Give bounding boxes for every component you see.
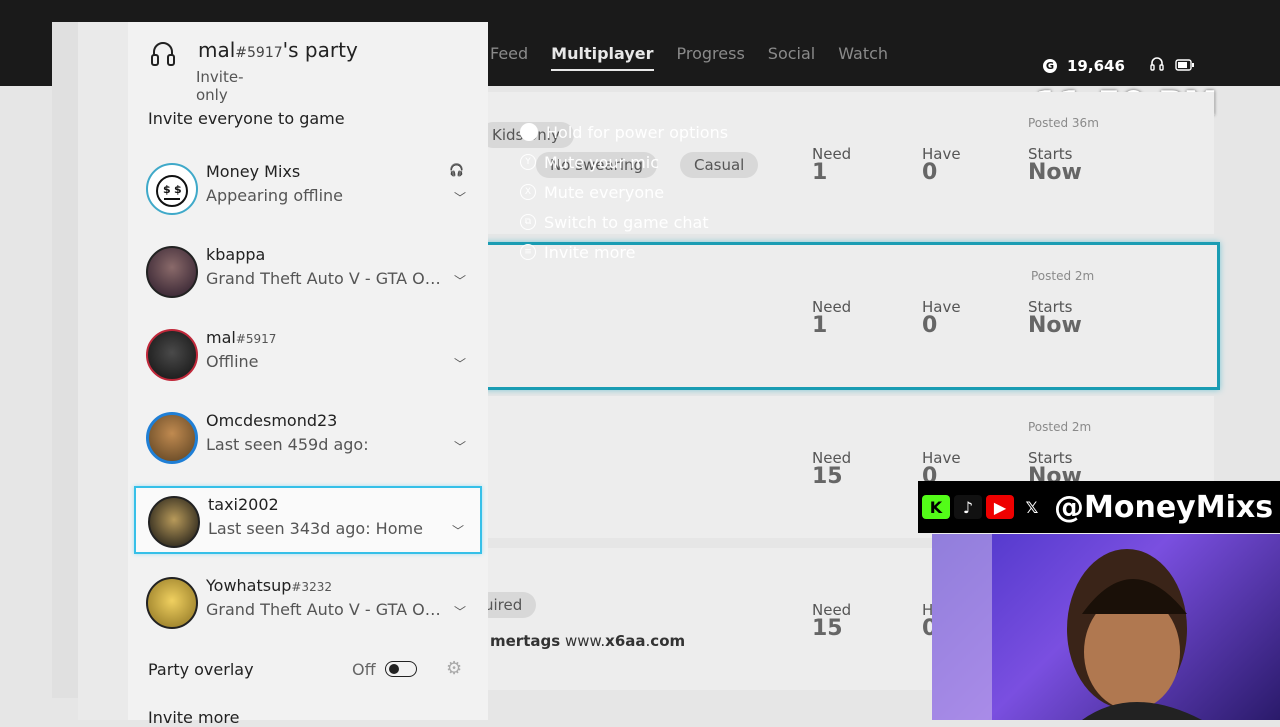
tab-watch[interactable]: Watch bbox=[838, 44, 888, 71]
starts-stat: Starts Now bbox=[1028, 298, 1082, 338]
chevron-down-icon[interactable]: ﹀ bbox=[454, 438, 466, 455]
member-status: Grand Theft Auto V - GTA On... bbox=[206, 269, 450, 288]
streamer-handle: @MoneyMixs bbox=[1054, 489, 1274, 525]
invite-more-button[interactable]: Invite more bbox=[148, 708, 239, 727]
posted-time: Posted 2m bbox=[1031, 269, 1095, 283]
member-name: Omcdesmond23 bbox=[206, 411, 338, 430]
member-name: mal#5917 bbox=[206, 328, 277, 347]
party-member[interactable]: mal#5917 Offline ﹀ bbox=[134, 321, 482, 389]
party-member[interactable]: Yowhatsup#3232 Grand Theft Auto V - GTA … bbox=[134, 569, 482, 637]
webcam-feed bbox=[932, 534, 1280, 720]
chevron-down-icon[interactable]: ﹀ bbox=[452, 522, 464, 539]
have-stat: Have0 bbox=[922, 145, 961, 185]
party-member[interactable]: kbappa Grand Theft Auto V - GTA On... ﹀ bbox=[134, 238, 482, 306]
menu-item-power-options[interactable]: Hold for power options bbox=[520, 117, 728, 147]
invite-everyone-button[interactable]: Invite everyone to game bbox=[148, 109, 345, 128]
party-panel: mal#5917's party Invite-only Invite ever… bbox=[128, 22, 488, 727]
tab-feed[interactable]: Feed bbox=[490, 44, 528, 71]
chevron-down-icon[interactable]: ﹀ bbox=[454, 355, 466, 372]
need-stat: Need 15 bbox=[812, 449, 852, 489]
menu-item-mute-everyone[interactable]: X Mute everyone bbox=[520, 177, 728, 207]
member-status: Grand Theft Auto V - GTA On... bbox=[206, 600, 450, 619]
menu-item-game-chat[interactable]: ⧉ Switch to game chat bbox=[520, 207, 728, 237]
party-title: mal#5917's party bbox=[198, 38, 358, 62]
party-overlay-row: Party overlay Off ⚙ bbox=[148, 658, 468, 679]
party-member[interactable]: $ $ Money Mixs Appearing offline 🎧 ﹀ bbox=[134, 155, 482, 223]
gamerscore-value: 19,646 bbox=[1067, 57, 1125, 75]
lfg-description: mertags www.x6aa.com bbox=[490, 632, 686, 650]
kick-icon: K bbox=[922, 495, 950, 519]
headset-icon: 🎧 bbox=[449, 163, 464, 177]
chevron-down-icon[interactable]: ﹀ bbox=[454, 272, 466, 289]
starts-stat: Starts Now bbox=[1028, 145, 1082, 185]
view-button-icon: ⧉ bbox=[520, 214, 536, 230]
svg-text:$: $ bbox=[174, 183, 182, 196]
gear-icon[interactable]: ⚙ bbox=[446, 658, 462, 679]
need-stat: Need 15 bbox=[812, 601, 852, 641]
avatar bbox=[146, 329, 198, 381]
member-status: Offline bbox=[206, 352, 259, 371]
party-overlay-toggle[interactable] bbox=[385, 661, 417, 677]
menu-item-invite-more[interactable]: ≡ Invite more bbox=[520, 237, 728, 267]
gamerscore-icon: G bbox=[1043, 59, 1057, 73]
party-actions-menu: Hold for power options Y Mute your mic X… bbox=[520, 117, 728, 267]
party-overlay-label: Party overlay bbox=[148, 660, 254, 679]
posted-time: Posted 36m bbox=[1028, 116, 1099, 130]
posted-time: Posted 2m bbox=[1028, 420, 1092, 434]
menu-item-mute-mic[interactable]: Y Mute your mic bbox=[520, 147, 728, 177]
menu-button-icon: ≡ bbox=[520, 244, 536, 260]
y-button-icon: Y bbox=[520, 154, 536, 170]
need-stat: Need 1 bbox=[812, 298, 852, 338]
svg-text:$: $ bbox=[163, 183, 171, 196]
chevron-down-icon[interactable]: ﹀ bbox=[454, 189, 466, 206]
party-overlay-state: Off bbox=[352, 660, 376, 679]
battery-icon bbox=[1175, 57, 1195, 75]
party-privacy: Invite-only bbox=[196, 68, 244, 104]
member-status: Last seen 459d ago: bbox=[206, 435, 369, 454]
party-member[interactable]: Omcdesmond23 Last seen 459d ago: ﹀ bbox=[134, 404, 482, 472]
member-name: kbappa bbox=[206, 245, 266, 264]
member-name: Yowhatsup#3232 bbox=[206, 576, 332, 595]
x-icon: 𝕏 bbox=[1025, 497, 1039, 517]
tab-social[interactable]: Social bbox=[768, 44, 815, 71]
tab-multiplayer[interactable]: Multiplayer bbox=[551, 44, 654, 71]
member-status: Last seen 343d ago: Home bbox=[208, 519, 423, 538]
member-name: taxi2002 bbox=[208, 495, 279, 514]
party-member-focused[interactable]: taxi2002 Last seen 343d ago: Home ﹀ bbox=[134, 486, 482, 554]
hub-tabs: Feed Multiplayer Progress Social Watch bbox=[490, 44, 888, 71]
member-name: Money Mixs bbox=[206, 162, 301, 181]
member-status: Appearing offline bbox=[206, 186, 343, 205]
avatar: $ $ bbox=[146, 163, 198, 215]
need-stat: Need 1 bbox=[812, 145, 852, 185]
youtube-icon: ▶ bbox=[986, 495, 1014, 519]
avatar bbox=[146, 412, 198, 464]
avatar bbox=[148, 496, 200, 548]
avatar bbox=[146, 577, 198, 629]
status-bar: G 19,646 bbox=[1043, 56, 1195, 76]
avatar bbox=[146, 246, 198, 298]
have-stat: Have0 bbox=[922, 298, 961, 338]
tiktok-icon: ♪ bbox=[954, 495, 982, 519]
tab-progress[interactable]: Progress bbox=[677, 44, 745, 71]
xbox-icon bbox=[520, 123, 538, 141]
x-button-icon: X bbox=[520, 184, 536, 200]
headset-icon bbox=[1149, 56, 1165, 76]
social-handle-banner: K ♪ ▶ 𝕏 @MoneyMixs bbox=[918, 481, 1280, 533]
chevron-down-icon[interactable]: ﹀ bbox=[454, 603, 466, 620]
headset-icon bbox=[150, 40, 176, 74]
